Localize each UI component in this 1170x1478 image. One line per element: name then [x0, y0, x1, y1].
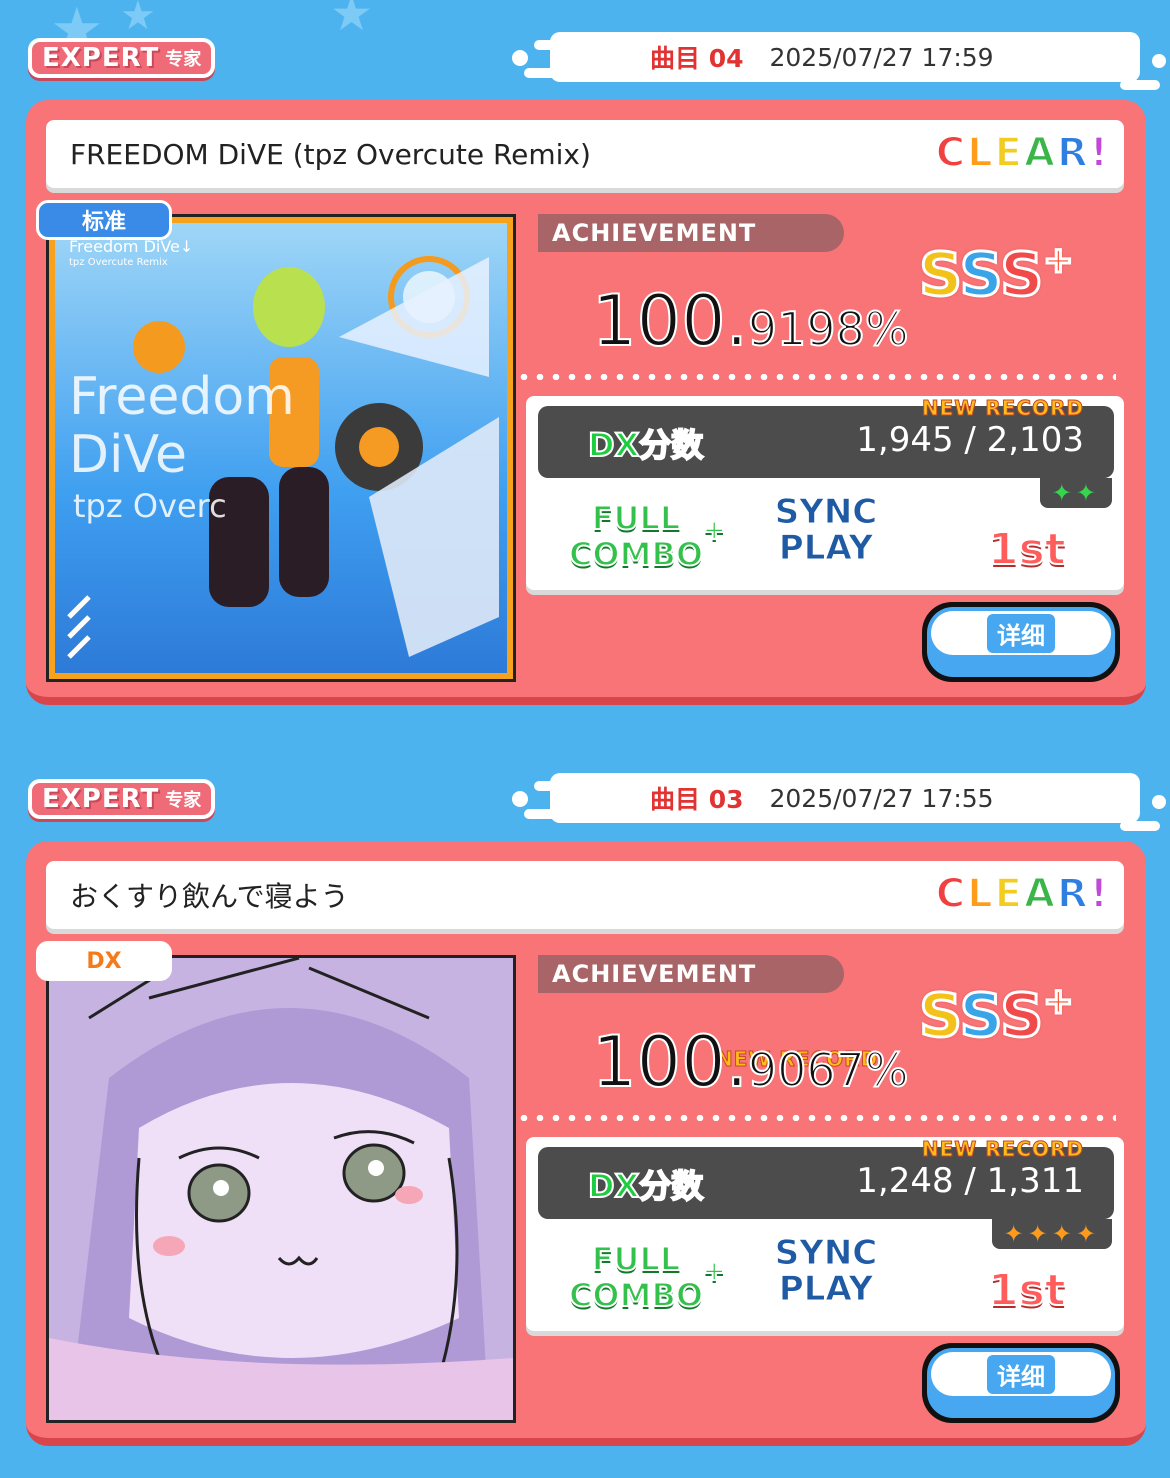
- detail-button-label: 详细: [987, 613, 1055, 653]
- dx-star-icon: ✦✦✦✦: [991, 1219, 1112, 1249]
- fc-line-1: FULL: [591, 1240, 682, 1278]
- score-panel: NEW RECORD DX分数 1,945 / 2,103 ✦✦ FULL CO…: [526, 396, 1124, 590]
- divider: [516, 374, 1116, 380]
- clear-badge: CLEAR!: [935, 870, 1110, 918]
- divider: [516, 1115, 1116, 1121]
- dx-score-label: DX分数: [587, 425, 704, 465]
- achievement-label: ACHIEVEMENT: [538, 955, 844, 993]
- jacket-artist: tpz Overc: [73, 487, 227, 525]
- dx-score-value: 1,945 / 2,103: [856, 420, 1084, 460]
- score-panel: NEW RECORD DX分数 1,248 / 1,311 ✦✦✦✦ FULL …: [526, 1137, 1124, 1331]
- sync-line-1: SYNC: [774, 1233, 878, 1273]
- song-title-bar: FREEDOM DiVE (tpz Overcute Remix) CLEAR!: [46, 120, 1124, 188]
- dx-new-record: NEW RECORD: [921, 1137, 1084, 1162]
- song-title: FREEDOM DiVE (tpz Overcute Remix): [70, 137, 591, 171]
- place-badge: 1st: [987, 1264, 1067, 1317]
- cloud-decoration: [512, 791, 528, 807]
- sync-line-2: PLAY: [778, 1269, 874, 1309]
- jacket-artwork: [49, 958, 513, 1420]
- rank-badge: SSS+: [918, 980, 1075, 1053]
- chart-type-badge: 标准: [36, 200, 172, 240]
- fc-line-1: FULL: [591, 499, 682, 537]
- dx-new-record: NEW RECORD: [921, 396, 1084, 421]
- sync-play-badge: SYNC PLAY: [766, 492, 886, 568]
- difficulty-badge: EXPERT 专家: [28, 779, 216, 819]
- cloud-decoration: [1152, 795, 1166, 809]
- fc-plus: +: [702, 1253, 728, 1288]
- fc-line-2: COMBO: [568, 1276, 704, 1314]
- play-info-bar: 曲目 04 2025/07/27 17:59: [550, 32, 1140, 82]
- achievement-dec: 9198%: [747, 301, 910, 357]
- result-card: FREEDOM DiVE (tpz Overcute Remix) CLEAR!…: [26, 100, 1146, 705]
- jacket-subtitle-small: tpz Overcute Remix: [69, 257, 168, 268]
- jacket-title-large: Freedom: [69, 367, 295, 427]
- cloud-decoration: [1152, 54, 1166, 68]
- difficulty-label-zh: 专家: [165, 49, 202, 70]
- track-number: 曲目 04: [650, 44, 744, 73]
- fc-line-2: COMBO: [568, 535, 704, 573]
- sync-line-1: SYNC: [774, 492, 878, 532]
- detail-button[interactable]: 详细: [922, 1343, 1120, 1423]
- dx-score-value: 1,248 / 1,311: [856, 1161, 1084, 1201]
- detail-button-label: 详细: [987, 1354, 1055, 1394]
- jacket-title-large-2: DiVe: [69, 425, 188, 485]
- achievement-label: ACHIEVEMENT: [538, 214, 844, 252]
- place-badge: 1st: [987, 523, 1067, 576]
- play-date: 2025/07/27 17:59: [769, 42, 994, 72]
- chart-type-badge: DX: [36, 941, 172, 981]
- dx-star-icon: ✦✦: [1039, 478, 1112, 508]
- full-combo-plus-badge: FULL COMBO +: [556, 499, 727, 573]
- result-card: おくすり飲んで寝よう CLEAR! DX ACHIEVEMENT SSS+ NE…: [26, 841, 1146, 1446]
- clear-badge: CLEAR!: [935, 129, 1110, 177]
- detail-button[interactable]: 详细: [922, 602, 1120, 682]
- achievement-value: 100.9067%: [591, 1020, 910, 1104]
- track-number: 曲目 03: [650, 785, 744, 814]
- difficulty-label: EXPERT: [42, 784, 160, 814]
- achievement-int: 100.: [591, 279, 749, 363]
- play-record-1: EXPERT 专家 曲目 04 2025/07/27 17:59 FREEDOM…: [0, 0, 1170, 740]
- play-record-2: EXPERT 专家 曲目 03 2025/07/27 17:55 おくすり飲んで…: [0, 741, 1170, 1478]
- dx-score-row: NEW RECORD DX分数 1,248 / 1,311: [538, 1137, 1114, 1219]
- sync-line-2: PLAY: [778, 528, 874, 568]
- achievement-dec: 9067%: [747, 1042, 910, 1098]
- rank-badge: SSS+: [918, 239, 1075, 312]
- sync-play-badge: SYNC PLAY: [766, 1233, 886, 1309]
- play-info-bar: 曲目 03 2025/07/27 17:55: [550, 773, 1140, 823]
- song-title: おくすり飲んで寝よう: [70, 880, 349, 913]
- fc-plus: +: [702, 512, 728, 547]
- play-date: 2025/07/27 17:55: [769, 783, 994, 813]
- difficulty-label-zh: 专家: [165, 790, 202, 811]
- difficulty-badge: EXPERT 专家: [28, 38, 216, 78]
- rank-plus: +: [1042, 239, 1075, 283]
- song-title-bar: おくすり飲んで寝よう CLEAR!: [46, 861, 1124, 929]
- difficulty-label: EXPERT: [42, 43, 160, 73]
- dx-score-row: NEW RECORD DX分数 1,945 / 2,103: [538, 396, 1114, 478]
- full-combo-plus-badge: FULL COMBO +: [556, 1240, 727, 1314]
- achievement-int: 100.: [591, 1020, 749, 1104]
- song-jacket: Freedom DiVe↓ tpz Overcute Remix Freedom…: [46, 214, 516, 682]
- song-jacket: [46, 955, 516, 1423]
- dx-score-label: DX分数: [587, 1166, 704, 1206]
- achievement-value: 100.9198%: [591, 279, 910, 363]
- rank-plus: +: [1042, 980, 1075, 1024]
- cloud-decoration: [512, 50, 528, 66]
